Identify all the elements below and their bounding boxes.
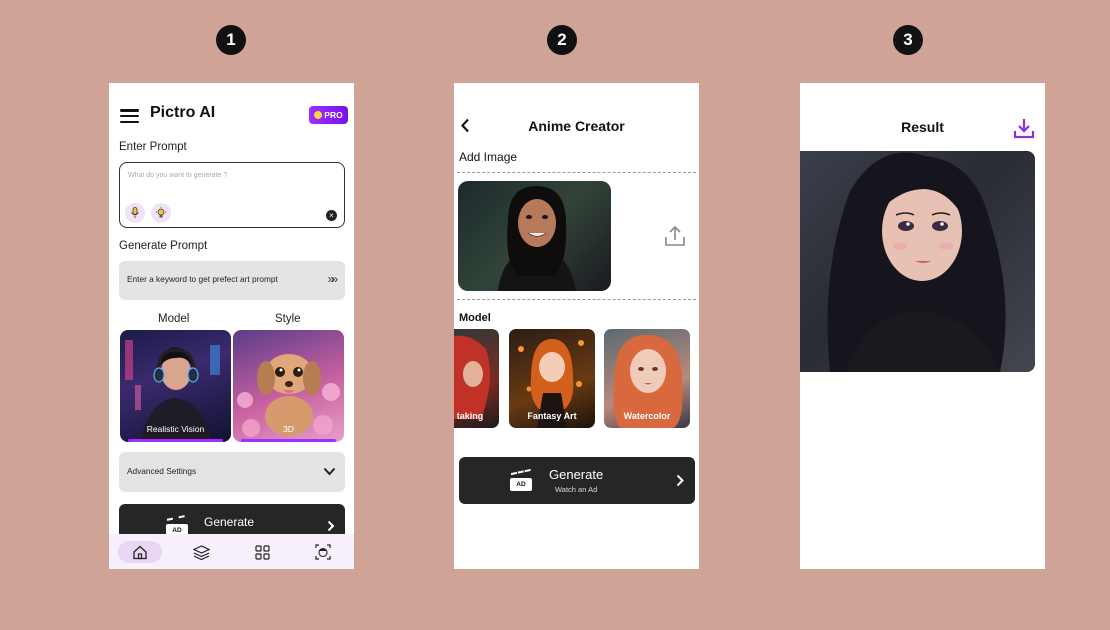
face-scan-icon[interactable] xyxy=(301,541,345,563)
result-screen: Result xyxy=(800,83,1045,569)
divider xyxy=(457,299,696,300)
watch-ad-label: Watch an Ad xyxy=(555,485,598,494)
clapper-icon xyxy=(166,515,186,523)
model-option-label: taking xyxy=(456,411,484,421)
enter-prompt-label: Enter Prompt xyxy=(119,141,187,153)
selection-indicator xyxy=(128,439,223,442)
home-screen: Pictro AI PRO Enter Prompt What do you w… xyxy=(109,83,354,569)
advanced-settings-toggle[interactable]: Advanced Settings xyxy=(119,452,345,492)
model-option[interactable]: Fantasy Art xyxy=(509,329,595,428)
uploaded-photo[interactable] xyxy=(458,181,611,291)
step-badge-2: 2 xyxy=(547,25,577,55)
divider xyxy=(457,172,696,173)
bottom-nav xyxy=(109,534,354,569)
page-title: Result xyxy=(901,119,944,135)
idea-bulb-icon[interactable] xyxy=(151,203,171,223)
bulb-icon xyxy=(314,111,323,119)
app-title: Pictro AI xyxy=(150,104,216,121)
anime-portrait-icon xyxy=(827,152,1006,372)
generate-button[interactable]: AD Generate Watch an Ad xyxy=(459,457,695,504)
home-icon[interactable] xyxy=(118,541,162,563)
page-title: Anime Creator xyxy=(528,118,625,134)
clapper-icon xyxy=(510,468,532,478)
keyword-prompt-button[interactable]: Enter a keyword to get prefect art promp… xyxy=(119,261,345,300)
pro-label: PRO xyxy=(324,110,343,120)
style-thumbnail[interactable]: 3D xyxy=(233,330,344,442)
chevron-down-icon xyxy=(323,467,336,476)
model-caption: Realistic Vision xyxy=(146,424,205,434)
chevron-right-icon xyxy=(676,474,684,487)
model-option[interactable]: taking xyxy=(454,329,499,428)
generate-prompt-label: Generate Prompt xyxy=(119,240,208,252)
style-label: Style xyxy=(275,313,301,325)
model-option-label: Watercolor xyxy=(623,411,671,421)
grid-icon[interactable] xyxy=(240,541,284,563)
portrait-photo-icon xyxy=(498,186,576,291)
keyword-hint: Enter a keyword to get prefect art promp… xyxy=(127,274,278,284)
download-icon[interactable] xyxy=(1013,117,1035,139)
anime-creator-screen: Anime Creator Add Image Model taking Fan… xyxy=(454,83,699,569)
generate-label: Generate xyxy=(204,515,255,529)
prompt-placeholder: What do you want to generate ? xyxy=(128,172,228,179)
advanced-settings-label: Advanced Settings xyxy=(127,466,197,476)
model-thumbnail[interactable]: Realistic Vision xyxy=(120,330,231,442)
step-badge-1: 1 xyxy=(216,25,246,55)
ad-badge: AD xyxy=(510,478,532,491)
upload-icon[interactable] xyxy=(663,224,687,248)
model-option-label: Fantasy Art xyxy=(527,411,577,421)
result-image[interactable] xyxy=(800,151,1035,372)
layers-icon[interactable] xyxy=(179,541,223,563)
add-image-label: Add Image xyxy=(459,150,518,164)
chevron-right-icon xyxy=(327,520,335,532)
selection-indicator xyxy=(241,439,336,442)
style-caption: 3D xyxy=(283,424,294,434)
model-label: Model xyxy=(158,313,190,325)
microphone-icon[interactable] xyxy=(125,203,145,223)
menu-icon[interactable] xyxy=(120,109,139,123)
pro-badge[interactable]: PRO xyxy=(309,106,348,124)
model-option[interactable]: Watercolor xyxy=(604,329,690,428)
model-label: Model xyxy=(459,312,491,324)
clear-icon[interactable]: × xyxy=(326,210,337,221)
prompt-input[interactable]: What do you want to generate ? × xyxy=(119,162,345,228)
step-badge-3: 3 xyxy=(893,25,923,55)
double-chevron-icon: »» xyxy=(327,272,339,286)
generate-label: Generate xyxy=(549,467,604,482)
